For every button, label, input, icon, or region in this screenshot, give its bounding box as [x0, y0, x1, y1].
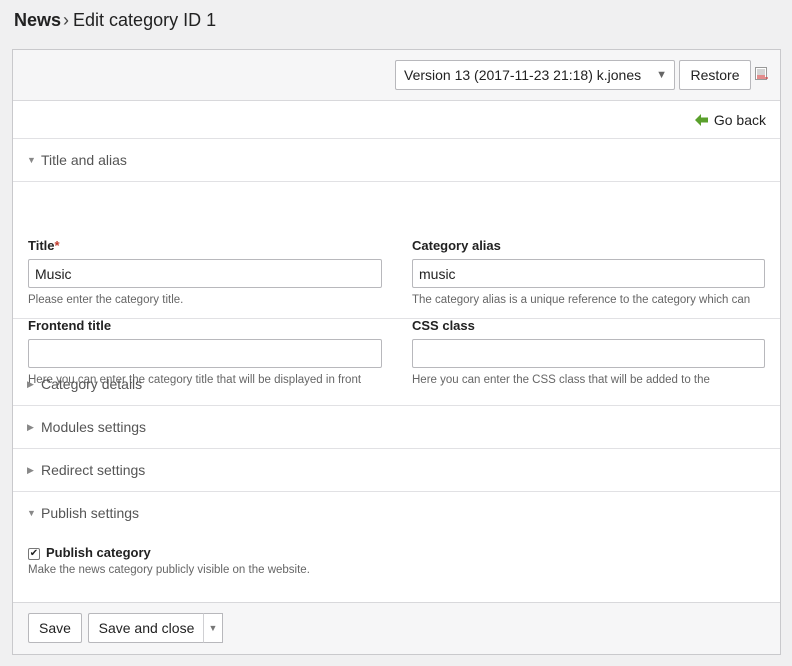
edit-form-panel: Version 13 (2017-11-23 21:18) k.jones ▼ … [12, 49, 781, 655]
alias-help: The category alias is a unique reference… [412, 294, 751, 306]
version-select[interactable]: Version 13 (2017-11-23 21:18) k.jones ▼ [395, 60, 675, 90]
section-category-details-toggle[interactable]: ▶ Category details [13, 363, 780, 406]
save-and-close-button[interactable]: Save and close [88, 613, 204, 643]
version-select-value: Version 13 (2017-11-23 21:18) k.jones [404, 67, 642, 83]
alias-field-label: Category alias [412, 238, 501, 253]
triangle-down-icon: ▼ [27, 508, 36, 518]
section-publish-settings-label: Publish settings [41, 505, 140, 521]
save-options-dropdown[interactable]: ▼ [203, 613, 223, 643]
go-back-row: Go back [13, 101, 780, 139]
title-input[interactable] [28, 259, 382, 288]
section-title-alias-body: Title* Please enter the category title. … [13, 139, 780, 386]
triangle-right-icon: ▶ [27, 465, 34, 475]
section-publish-settings-toggle[interactable]: ▼ Publish settings [13, 492, 780, 535]
save-button[interactable]: Save [28, 613, 82, 643]
section-redirect-settings-toggle[interactable]: ▶ Redirect settings [13, 449, 780, 492]
page-title: News › Edit category ID 1 [14, 10, 216, 31]
required-mark: * [54, 238, 60, 253]
chevron-down-icon: ▼ [208, 623, 218, 633]
publish-category-checkbox[interactable]: ✔ [28, 548, 40, 560]
go-back-label: Go back [713, 112, 766, 128]
arrow-left-icon [694, 114, 708, 126]
section-modules-settings-label: Modules settings [41, 419, 147, 435]
title-help: Please enter the category title. [28, 294, 184, 306]
publish-category-label[interactable]: Publish category [46, 545, 151, 560]
chevron-down-icon: ▼ [656, 69, 667, 81]
alias-input[interactable] [412, 259, 765, 288]
frontend-title-field-label: Frontend title [28, 318, 112, 333]
section-redirect-settings-label: Redirect settings [41, 462, 146, 478]
breadcrumb-separator: › [63, 10, 70, 30]
go-back-link[interactable]: Go back [694, 112, 766, 128]
restore-button[interactable]: Restore [679, 60, 751, 90]
css-class-field-label: CSS class [412, 318, 475, 333]
title-label-text: Title [28, 238, 55, 253]
version-bar: Version 13 (2017-11-23 21:18) k.jones ▼ … [13, 50, 780, 101]
triangle-right-icon: ▶ [27, 422, 34, 432]
page-title-text: Edit category ID 1 [73, 10, 217, 30]
section-modules-settings-toggle[interactable]: ▶ Modules settings [13, 406, 780, 449]
section-category-details-label: Category details [41, 376, 143, 392]
triangle-right-icon: ▶ [27, 379, 34, 389]
publish-category-help: Make the news category publicly visible … [28, 564, 310, 576]
show-diff-icon[interactable] [755, 67, 769, 81]
title-field-label: Title* [28, 238, 60, 253]
form-footer: Save Save and close ▼ [13, 602, 780, 654]
breadcrumb-news[interactable]: News [14, 10, 61, 30]
